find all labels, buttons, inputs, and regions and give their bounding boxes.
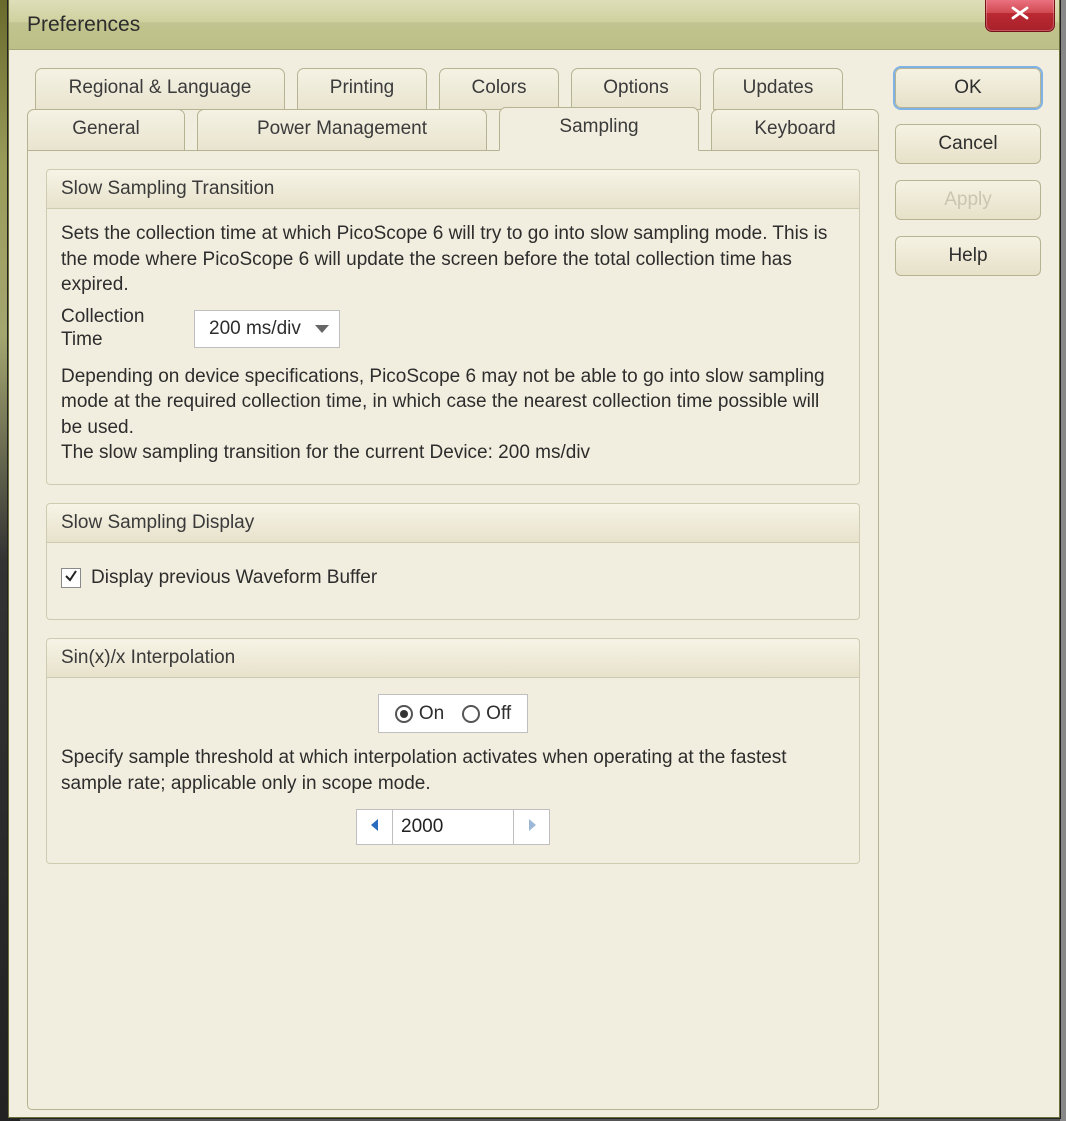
tab-printing[interactable]: Printing (297, 68, 427, 110)
tab-options[interactable]: Options (571, 68, 701, 110)
help-button[interactable]: Help (895, 236, 1041, 276)
collection-time-label: Collection Time (61, 306, 176, 352)
tab-regional-language[interactable]: Regional & Language (35, 68, 285, 110)
radio-icon (462, 705, 480, 723)
tab-label: Keyboard (754, 118, 835, 139)
slow-sampling-desc-3: The slow sampling transition for the cur… (61, 440, 845, 466)
threshold-decrement[interactable] (357, 810, 393, 844)
threshold-increment[interactable] (513, 810, 549, 844)
interpolation-on-radio[interactable]: On (395, 701, 444, 727)
tab-keyboard[interactable]: Keyboard (711, 109, 879, 151)
slow-sampling-desc-1: Sets the collection time at which PicoSc… (61, 221, 845, 298)
slow-sampling-desc-2: Depending on device specifications, Pico… (61, 364, 845, 441)
tab-label: Printing (330, 77, 394, 98)
close-icon (1011, 4, 1029, 26)
group-title: Slow Sampling Display (47, 504, 859, 543)
collection-time-dropdown[interactable]: 200 ms/div (194, 310, 340, 348)
tab-updates[interactable]: Updates (713, 68, 843, 110)
group-slow-sampling-display: Slow Sampling Display Display previous W… (46, 503, 860, 620)
close-button[interactable] (985, 0, 1055, 32)
preferences-window: Preferences Regional & Language Printing… (8, 0, 1060, 1118)
interpolation-desc: Specify sample threshold at which interp… (61, 745, 845, 796)
window-title: Preferences (27, 13, 140, 37)
radio-label: On (419, 701, 444, 727)
triangle-left-icon (370, 814, 380, 840)
tab-label: Colors (472, 77, 527, 98)
tab-general[interactable]: General (27, 109, 185, 151)
group-slow-sampling-transition: Slow Sampling Transition Sets the collec… (46, 169, 860, 485)
tab-container: Regional & Language Printing Colors Opti… (27, 68, 879, 1110)
tab-power-management[interactable]: Power Management (197, 109, 487, 151)
cancel-button[interactable]: Cancel (895, 124, 1041, 164)
tab-label: General (72, 118, 140, 139)
tab-sampling[interactable]: Sampling (499, 107, 699, 151)
interpolation-radio-group: On Off (378, 694, 528, 734)
chevron-down-icon (315, 325, 329, 333)
group-title: Slow Sampling Transition (47, 170, 859, 209)
threshold-stepper (356, 809, 550, 845)
dropdown-value: 200 ms/div (209, 316, 301, 342)
ok-button[interactable]: OK (895, 68, 1041, 108)
desktop-background-right (1060, 0, 1066, 1121)
radio-label: Off (486, 701, 511, 727)
tab-colors[interactable]: Colors (439, 68, 559, 110)
dialog-buttons-column: OK Cancel Apply Help (879, 68, 1041, 1099)
group-sinx-interpolation: Sin(x)/x Interpolation On (46, 638, 860, 864)
radio-icon (395, 705, 413, 723)
apply-button: Apply (895, 180, 1041, 220)
display-prev-buffer-checkbox[interactable] (61, 568, 81, 588)
tab-label: Power Management (257, 118, 427, 139)
display-prev-buffer-label: Display previous Waveform Buffer (91, 565, 377, 591)
titlebar[interactable]: Preferences (9, 0, 1059, 50)
group-title: Sin(x)/x Interpolation (47, 639, 859, 678)
interpolation-off-radio[interactable]: Off (462, 701, 511, 727)
check-icon (64, 565, 78, 591)
tab-label: Sampling (559, 116, 638, 137)
tab-panel-sampling: Slow Sampling Transition Sets the collec… (27, 150, 879, 1110)
triangle-right-icon (527, 814, 537, 840)
tab-label: Options (603, 77, 668, 98)
threshold-input[interactable] (393, 810, 513, 844)
tab-label: Updates (743, 77, 814, 98)
tab-label: Regional & Language (69, 77, 252, 98)
